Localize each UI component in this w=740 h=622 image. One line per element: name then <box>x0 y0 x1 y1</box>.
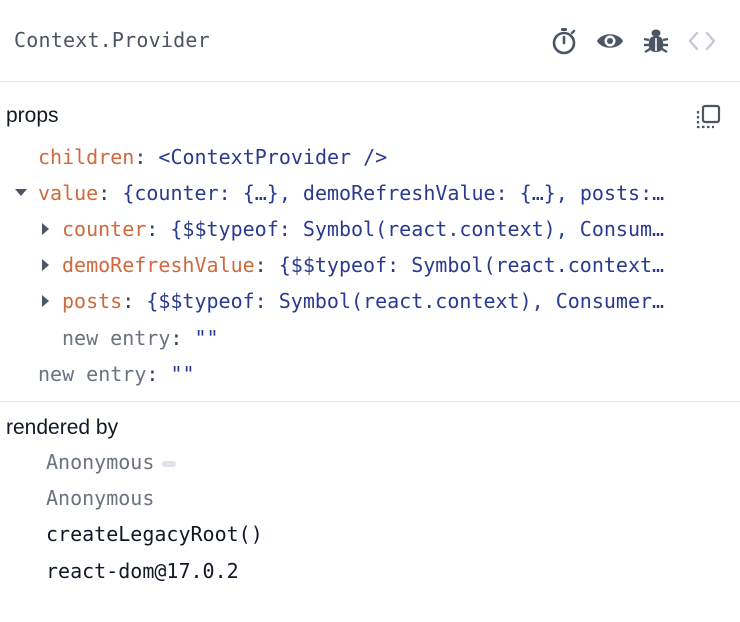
section-divider <box>0 401 740 402</box>
prop-separator: : <box>146 362 159 386</box>
owner-name: react-dom@17.0.2 <box>46 559 239 583</box>
prop-key: demoRefreshValue <box>62 253 255 277</box>
owner-name: createLegacyRoot() <box>46 522 263 546</box>
prop-row-value[interactable]: value: {counter: {…}, demoRefreshValue: … <box>38 178 734 208</box>
new-entry-key: new entry <box>38 362 147 386</box>
prop-value: {$$typeof: Symbol(react.context… <box>278 253 665 277</box>
prop-separator: : <box>146 217 159 241</box>
new-entry-value[interactable]: "" <box>194 326 218 350</box>
collapsed-arrow-icon[interactable] <box>40 286 52 316</box>
new-entry-key: new entry <box>62 326 171 350</box>
code-brackets-icon[interactable] <box>686 25 718 57</box>
prop-separator: : <box>254 253 267 277</box>
new-entry-value[interactable]: "" <box>170 362 194 386</box>
eye-icon[interactable] <box>594 25 626 57</box>
prop-separator: : <box>98 181 111 205</box>
prop-row-counter[interactable]: counter: {$$typeof: Symbol(react.context… <box>62 214 734 244</box>
new-entry-nested[interactable]: new entry: "" <box>62 323 462 353</box>
prop-separator: : <box>134 145 147 169</box>
prop-value: {counter: {…}, demoRefreshValue: {…}, po… <box>122 181 665 205</box>
owner-item: react-dom@17.0.2 <box>46 556 239 586</box>
prop-key: value <box>38 181 99 205</box>
bug-icon[interactable] <box>640 25 672 57</box>
new-entry-root[interactable]: new entry: "" <box>38 359 438 389</box>
copy-icon <box>696 104 721 129</box>
props-section-label: props <box>6 104 59 127</box>
stopwatch-icon[interactable] <box>548 25 580 57</box>
owner-name: Anonymous <box>46 486 155 510</box>
prop-row-children[interactable]: children: <ContextProvider /> <box>38 142 728 172</box>
copy-props-button[interactable] <box>694 103 722 131</box>
owner-item[interactable]: Anonymous <box>46 483 154 513</box>
prop-separator: : <box>122 289 135 313</box>
owner-item[interactable]: Anonymous <box>46 447 177 477</box>
component-title: Context.Provider <box>14 28 210 52</box>
rendered-by-label: rendered by <box>6 416 119 439</box>
prop-row-posts[interactable]: posts: {$$typeof: Symbol(react.context),… <box>62 286 734 316</box>
owner-name: Anonymous <box>46 450 155 474</box>
prop-key: posts <box>62 289 123 313</box>
collapsed-arrow-icon[interactable] <box>40 214 52 244</box>
component-header: Context.Provider <box>0 0 740 82</box>
prop-value: {$$typeof: Symbol(react.context), Consum… <box>170 217 665 241</box>
prop-value: {$$typeof: Symbol(react.context), Consum… <box>146 289 665 313</box>
owner-item: createLegacyRoot() <box>46 519 263 549</box>
header-toolbar <box>548 25 718 57</box>
memo-badge-icon <box>162 460 177 467</box>
prop-row-demoRefreshValue[interactable]: demoRefreshValue: {$$typeof: Symbol(reac… <box>62 250 734 280</box>
prop-separator: : <box>170 326 183 350</box>
collapsed-arrow-icon[interactable] <box>40 250 52 280</box>
prop-value: <ContextProvider /> <box>158 145 388 169</box>
prop-key: counter <box>62 217 147 241</box>
prop-key: children <box>38 145 135 169</box>
expanded-arrow-icon[interactable] <box>15 178 27 208</box>
